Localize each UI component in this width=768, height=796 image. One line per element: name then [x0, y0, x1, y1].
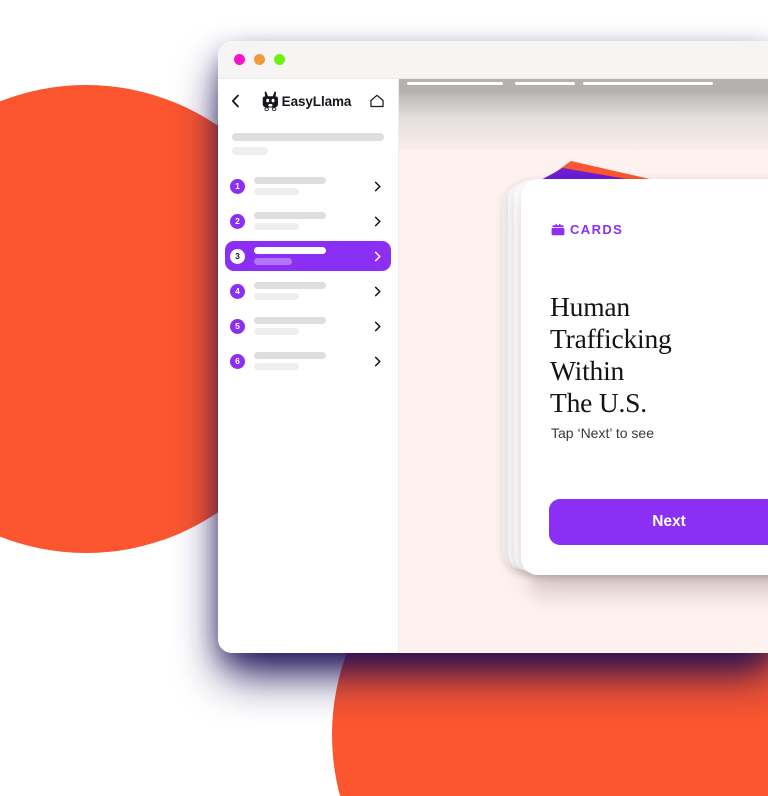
content-pane: × CARDS Human Trafficking Within The U.S… — [399, 79, 768, 653]
cards-deck-icon — [551, 223, 565, 235]
browser-window: EasyLlama 1 2 3 4 5 6 × CARDS Human Traf… — [218, 41, 768, 653]
card-subtext: Tap ‘Next’ to see — [551, 425, 654, 441]
sidebar-item-6[interactable]: 6 — [225, 346, 391, 376]
sidebar-item-number: 1 — [230, 178, 245, 194]
page-root: EasyLlama 1 2 3 4 5 6 × CARDS Human Traf… — [0, 0, 768, 796]
sidebar-item-number: 5 — [230, 318, 245, 334]
sidebar-item-number: 4 — [230, 283, 245, 299]
chevron-right-icon — [372, 181, 383, 192]
chevron-left-icon[interactable] — [228, 93, 244, 109]
sidebar-item-label-skeleton — [254, 177, 372, 195]
window-minimize-button[interactable] — [254, 54, 265, 65]
tabstrip-segment — [407, 82, 503, 85]
card-heading-line: Human — [550, 291, 630, 322]
card-kicker: CARDS — [551, 222, 623, 237]
sidebar-item-number: 2 — [230, 213, 245, 229]
window-close-button[interactable] — [234, 54, 245, 65]
sidebar-item-3[interactable]: 3 — [225, 241, 391, 271]
card-stack: CARDS Human Trafficking Within The U.S. … — [495, 179, 768, 611]
flashcard: CARDS Human Trafficking Within The U.S. … — [521, 179, 768, 575]
sidebar: EasyLlama 1 2 3 4 5 6 — [218, 79, 399, 653]
card-stack-shadow — [531, 571, 768, 611]
llama-logo-icon — [262, 91, 278, 111]
sidebar-item-number: 3 — [230, 248, 245, 264]
card-kicker-label: CARDS — [570, 222, 624, 237]
chevron-right-icon — [372, 321, 383, 332]
sidebar-item-label-skeleton — [254, 212, 372, 230]
sidebar-item-4[interactable]: 4 — [225, 276, 391, 306]
card-heading-line: Trafficking — [550, 323, 672, 354]
window-titlebar — [218, 41, 768, 79]
tabstrip-segment — [515, 82, 575, 85]
chevron-right-icon — [372, 356, 383, 367]
skeleton-bar-subtitle — [232, 147, 268, 155]
card-heading-line: The U.S. — [550, 387, 647, 418]
sidebar-item-label-skeleton — [254, 352, 372, 370]
browser-tabstrip: × — [399, 79, 768, 93]
sidebar-nav-list: 1 2 3 4 5 6 — [218, 171, 398, 376]
tabstrip-segment — [583, 82, 713, 85]
sidebar-item-2[interactable]: 2 — [225, 206, 391, 236]
card-heading: Human Trafficking Within The U.S. — [550, 291, 768, 419]
sidebar-item-5[interactable]: 5 — [225, 311, 391, 341]
card-heading-line: Within — [550, 355, 625, 386]
chevron-right-icon — [372, 216, 383, 227]
sidebar-item-label-skeleton — [254, 282, 372, 300]
sidebar-header: EasyLlama — [218, 79, 398, 123]
sidebar-item-1[interactable]: 1 — [225, 171, 391, 201]
chevron-right-icon — [372, 286, 383, 297]
home-icon[interactable] — [369, 93, 385, 109]
sidebar-item-label-skeleton — [254, 247, 372, 265]
window-body: EasyLlama 1 2 3 4 5 6 × CARDS Human Traf… — [218, 79, 768, 653]
window-zoom-button[interactable] — [274, 54, 285, 65]
brand-lockup[interactable]: EasyLlama — [262, 91, 352, 111]
brand-name: EasyLlama — [281, 93, 352, 109]
chevron-right-icon — [372, 251, 383, 262]
content-gradient-overlay — [399, 93, 768, 151]
sidebar-item-number: 6 — [230, 353, 245, 369]
course-title-skeleton — [218, 123, 398, 161]
sidebar-item-label-skeleton — [254, 317, 372, 335]
next-button[interactable]: Next — [549, 499, 768, 545]
close-icon: × — [571, 82, 575, 88]
skeleton-bar-title — [232, 133, 384, 141]
